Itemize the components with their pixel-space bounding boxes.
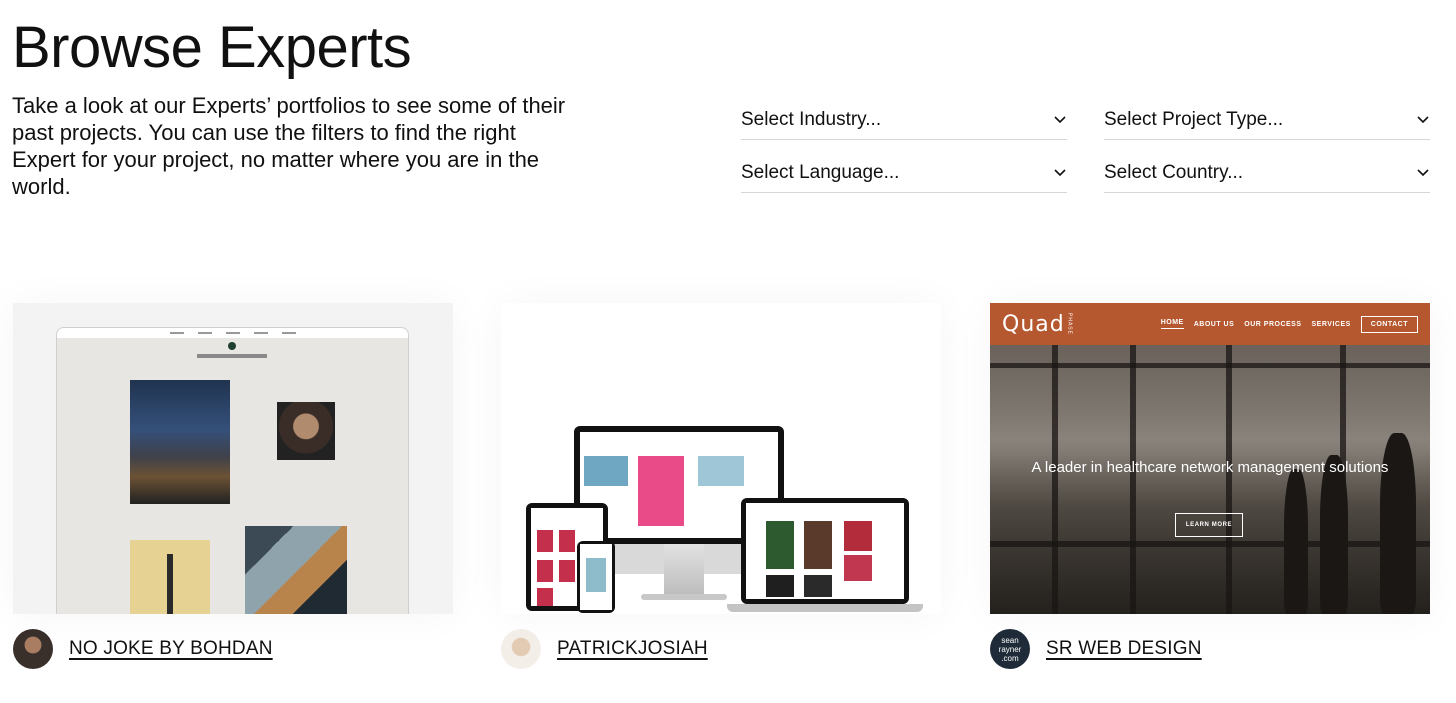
materials-photo: [245, 526, 347, 614]
chevron-down-icon: [1053, 166, 1067, 180]
expert-meta: NO JOKE BY BOHDAN: [13, 629, 453, 669]
expert-card: Quad PHASE HOME ABOUT US OUR PROCESS SER…: [990, 303, 1430, 669]
avatar: [501, 629, 541, 669]
chevron-down-icon: [1416, 166, 1430, 180]
site-logo: Quad: [1002, 311, 1065, 337]
expert-name-link[interactable]: NO JOKE BY BOHDAN: [69, 638, 273, 660]
office-photo: A leader in healthcare network managemen…: [990, 345, 1430, 614]
country-filter-label: Select Country...: [1104, 161, 1244, 183]
language-filter-label: Select Language...: [741, 161, 900, 183]
country-filter-select[interactable]: Select Country...: [1104, 153, 1430, 193]
expert-meta: sean rayner .com SR WEB DESIGN: [990, 629, 1430, 669]
site-nav-about: ABOUT US: [1193, 320, 1235, 328]
site-nav-home: HOME: [1160, 319, 1184, 329]
expert-card: NO JOKE BY BOHDAN: [13, 303, 453, 669]
site-contact-button: CONTACT: [1360, 315, 1418, 333]
site-nav: HOME ABOUT US OUR PROCESS SERVICES CONTA…: [1160, 315, 1418, 333]
desktop-stand: [664, 544, 704, 596]
industry-filter-label: Select Industry...: [741, 108, 882, 130]
website-preview: [56, 327, 409, 614]
avatar: sean rayner .com: [990, 629, 1030, 669]
site-headline: A leader in healthcare network managemen…: [1031, 459, 1389, 476]
details-photo: [130, 540, 210, 614]
chevron-down-icon: [1416, 113, 1430, 127]
site-header: Quad PHASE HOME ABOUT US OUR PROCESS SER…: [990, 303, 1430, 345]
site-nav-services: SERVICES: [1311, 320, 1351, 328]
phone-mockup: [577, 541, 615, 613]
browse-experts-page: Browse Experts Take a look at our Expert…: [0, 0, 1456, 703]
avatar: [13, 629, 53, 669]
project-type-filter-label: Select Project Type...: [1104, 108, 1284, 130]
site-logo-icon: [228, 342, 236, 350]
site-nav-process: OUR PROCESS: [1244, 320, 1302, 328]
chevron-down-icon: [1053, 113, 1067, 127]
house-photo: [130, 380, 230, 504]
expert-name-link[interactable]: PATRICKJOSIAH: [557, 638, 708, 660]
intro-text: Take a look at our Experts’ portfolios t…: [12, 93, 566, 199]
portfolio-thumbnail[interactable]: [13, 303, 453, 614]
site-nav: [57, 328, 408, 338]
site-brand: [197, 354, 267, 358]
portfolio-thumbnail[interactable]: Quad PHASE HOME ABOUT US OUR PROCESS SER…: [990, 303, 1430, 614]
site-learn-more-button: LEARN MORE: [1175, 513, 1243, 537]
expert-meta: PATRICKJOSIAH: [501, 629, 941, 669]
page-title: Browse Experts: [12, 15, 412, 80]
laptop-mockup: [741, 498, 909, 604]
site-logo-small: PHASE: [1066, 313, 1073, 335]
expert-card: PATRICKJOSIAH: [501, 303, 941, 669]
project-type-filter-select[interactable]: Select Project Type...: [1104, 100, 1430, 140]
industry-filter-select[interactable]: Select Industry...: [741, 100, 1067, 140]
portrait-photo: [277, 402, 335, 460]
language-filter-select[interactable]: Select Language...: [741, 153, 1067, 193]
portfolio-thumbnail[interactable]: [501, 303, 941, 614]
expert-name-link[interactable]: SR WEB DESIGN: [1046, 638, 1202, 660]
